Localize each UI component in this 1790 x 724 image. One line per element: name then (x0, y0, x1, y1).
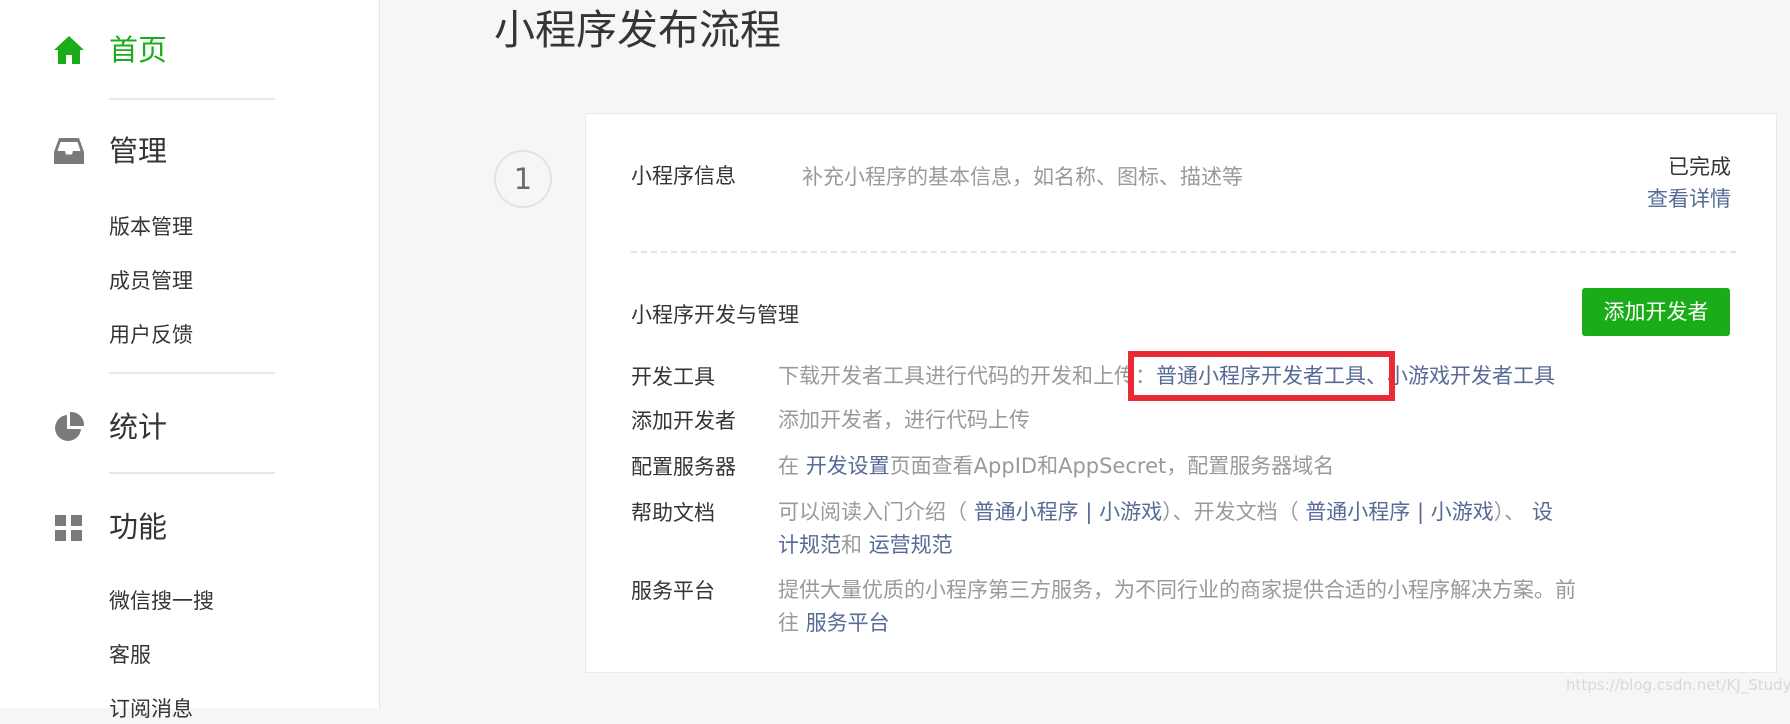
grid-icon (55, 515, 82, 541)
nav-item-subscribe-msg[interactable]: 订阅消息 (109, 694, 193, 724)
divider (109, 472, 275, 474)
add-developer-button[interactable]: 添加开发者 (1582, 288, 1730, 336)
view-detail-link[interactable]: 查看详情 (1647, 184, 1731, 214)
dev-section-title: 小程序开发与管理 (631, 303, 799, 327)
row-text: ）、开发文档（ (1162, 500, 1306, 524)
nav-item-version[interactable]: 版本管理 (109, 212, 193, 242)
row-desc-server: 在 开发设置页面查看AppID和AppSecret，配置服务器域名 (778, 450, 1334, 483)
row-text: 在 (778, 454, 806, 478)
dev-settings-link[interactable]: 开发设置 (806, 454, 890, 478)
dashed-divider (631, 251, 1736, 253)
row-text: 下载开发者工具进行代码的开发和上传： (778, 364, 1156, 388)
home-icon (54, 36, 84, 64)
row-text: 页面查看AppID和AppSecret，配置服务器域名 (889, 454, 1335, 478)
nav-stats[interactable]: 统计 (0, 397, 380, 457)
row-label-docs: 帮助文档 (631, 501, 715, 525)
nav-home-label: 首页 (109, 33, 168, 67)
design-spec-link[interactable]: 计规范 (778, 533, 841, 557)
operation-spec-link[interactable]: 运营规范 (869, 533, 953, 557)
page-title: 小程序发布流程 (494, 6, 781, 54)
step-number: 1 (494, 150, 552, 208)
row-text: ）、 (1493, 500, 1532, 524)
info-desc: 补充小程序的基本信息，如名称、图标、描述等 (802, 165, 1243, 189)
nav-manage-label: 管理 (109, 134, 168, 168)
highlight-box (1128, 351, 1395, 401)
row-label-add-dev: 添加开发者 (631, 409, 736, 433)
row-label-dev-tools: 开发工具 (631, 365, 715, 389)
service-platform-link[interactable]: 服务平台 (806, 611, 890, 635)
row-label-platform: 服务平台 (631, 579, 715, 603)
divider (109, 372, 275, 374)
inbox-icon (54, 138, 84, 164)
row-label-server: 配置服务器 (631, 455, 736, 479)
nav-home[interactable]: 首页 (0, 20, 380, 80)
sidebar: 首页 管理 版本管理 成员管理 用户反馈 统计 功能 微信搜一搜 客服 订阅消息 (0, 0, 380, 721)
nav-features[interactable]: 功能 (0, 497, 380, 557)
nav-features-label: 功能 (109, 510, 168, 544)
nav-manage[interactable]: 管理 (0, 121, 380, 181)
intro-docs-link[interactable]: 普通小程序 | 小游戏 (974, 500, 1162, 524)
row-text: 可以阅读入门介绍（ (778, 500, 974, 524)
row-desc-add-dev: 添加开发者，进行代码上传 (778, 408, 1030, 432)
minigame-devtools-link[interactable]: 小游戏开发者工具 (1387, 364, 1555, 388)
dev-docs-link[interactable]: 普通小程序 | 小游戏 (1305, 500, 1493, 524)
pie-chart-icon (55, 411, 85, 441)
nav-item-customer-service[interactable]: 客服 (109, 640, 151, 670)
row-desc-platform-line2: 往 服务平台 (778, 607, 890, 640)
nav-stats-label: 统计 (109, 410, 168, 444)
row-text: 往 (778, 611, 806, 635)
nav-item-feedback[interactable]: 用户反馈 (109, 320, 193, 350)
row-desc-docs-line2: 计规范和 运营规范 (778, 529, 953, 562)
nav-item-search[interactable]: 微信搜一搜 (109, 586, 214, 616)
watermark: https://blog.csdn.net/KJ_Study (1566, 676, 1790, 694)
status-text: 已完成 (1668, 155, 1731, 179)
nav-item-members[interactable]: 成员管理 (109, 266, 193, 296)
row-desc-docs-line1: 可以阅读入门介绍（ 普通小程序 | 小游戏）、开发文档（ 普通小程序 | 小游戏… (778, 496, 1553, 529)
design-spec-link[interactable]: 设 (1532, 500, 1553, 524)
row-text: 和 (841, 533, 869, 557)
info-label: 小程序信息 (631, 164, 736, 188)
row-desc-platform-line1: 提供大量优质的小程序第三方服务，为不同行业的商家提供合适的小程序解决方案。前 (778, 578, 1576, 602)
divider (109, 98, 275, 100)
